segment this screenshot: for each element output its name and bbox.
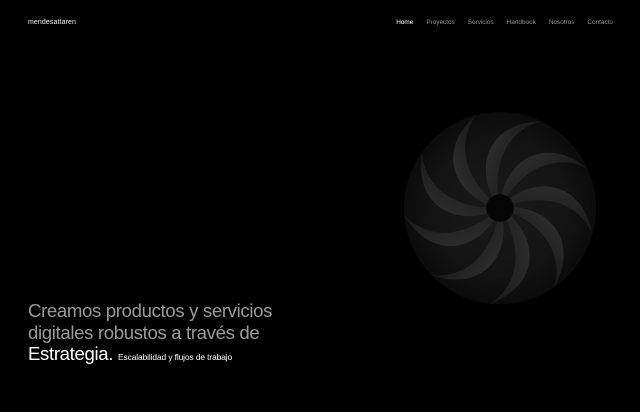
nav-item-contacto[interactable]: Contacto	[587, 19, 613, 26]
hero-line-3: Estrategia. Escalabilidad y flujos de tr…	[28, 343, 358, 365]
site-logo[interactable]: mendesattaren	[28, 19, 76, 26]
page: mendesattaren Home Proyectos Servicios H…	[0, 0, 640, 412]
nav-item-servicios[interactable]: Servicios	[468, 19, 494, 26]
hero-line-1: Creamos productos y servicios	[28, 300, 273, 321]
nav-item-nosotros[interactable]: Nosotros	[549, 19, 575, 26]
hero-tagline: Escalabilidad y flujos de trabajo	[118, 352, 233, 362]
nav-item-proyectos[interactable]: Proyectos	[426, 19, 454, 26]
hero-line-2: digitales robustos a través de	[28, 321, 260, 343]
swirl-graphic	[403, 111, 597, 305]
main-nav: Home Proyectos Servicios Handbook Nosotr…	[396, 19, 613, 26]
hero-highlight: Estrategia.	[28, 343, 114, 364]
nav-item-handbook[interactable]: Handbook	[507, 19, 536, 26]
nav-item-home[interactable]: Home	[396, 19, 413, 26]
hero-heading: Creamos productos y servicios digitales …	[28, 300, 358, 365]
